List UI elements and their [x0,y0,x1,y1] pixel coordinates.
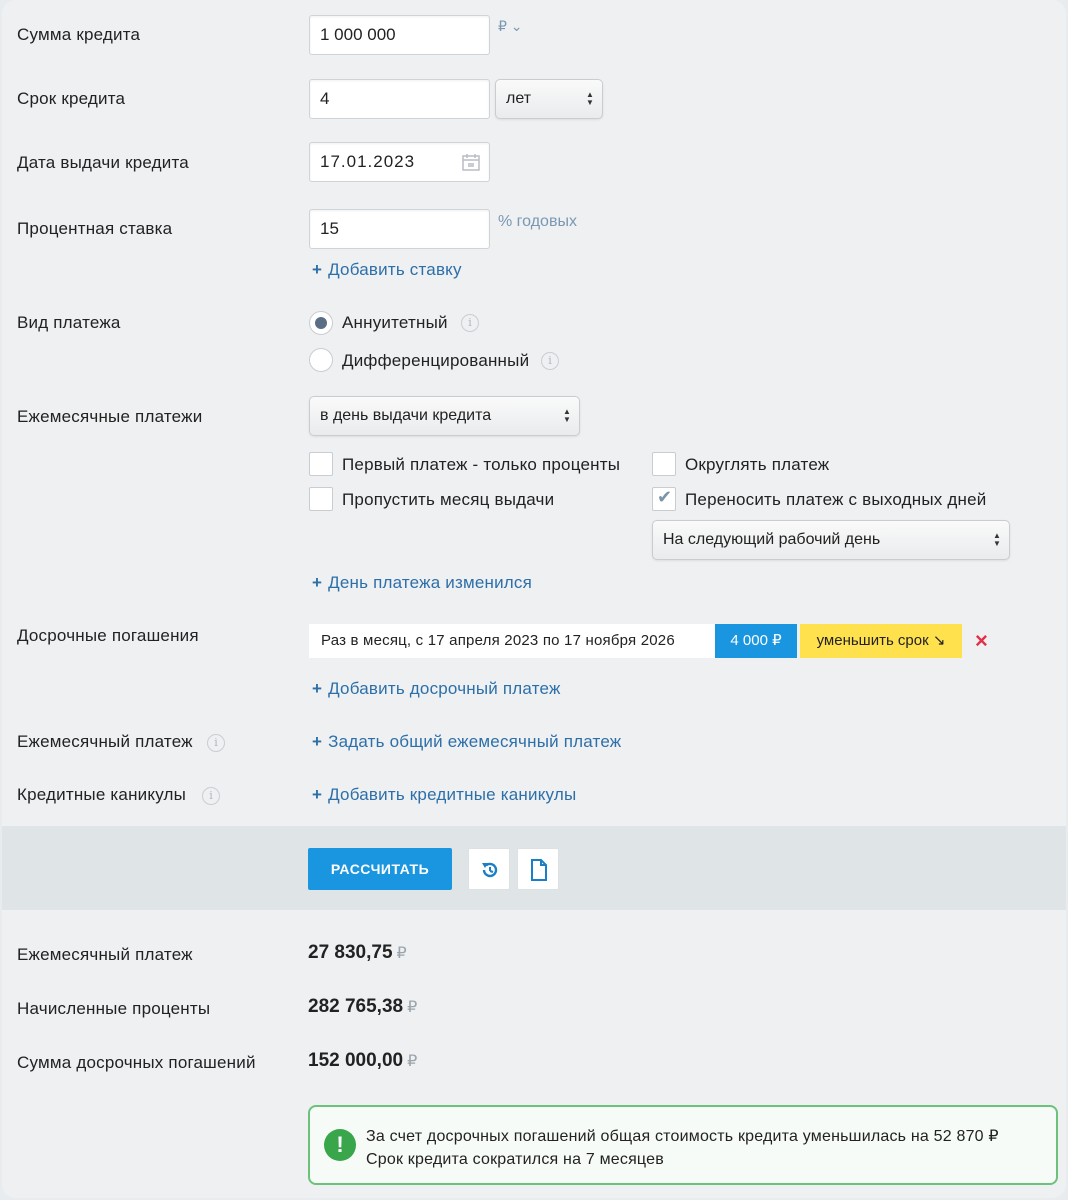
info-icon[interactable]: i [461,314,479,332]
ruble-sign: ₽ [407,1053,418,1070]
early-repayment-amount[interactable]: 4 000 ₽ [715,624,797,658]
radio-differentiated[interactable] [309,348,333,372]
radio-annuity[interactable] [309,311,333,335]
ruble-sign: ₽ [396,945,407,962]
reset-button[interactable] [468,848,510,890]
result-early-sum-label: Сумма досрочных погашений [17,1053,256,1072]
plus-icon: + [312,260,323,279]
monthly-payments-value: в день выдачи кредита [320,407,492,424]
weekend-rule-select[interactable]: На следующий рабочий день ▲ ▼ [652,520,1010,560]
checkbox-skip-month[interactable] [309,487,333,511]
select-arrows-icon: ▲ ▼ [993,531,1001,548]
rate-unit: % годовых [498,213,577,230]
add-credit-holidays-text: Добавить кредитные каникулы [328,785,577,804]
calculate-button[interactable]: РАССЧИТАТЬ [308,848,452,890]
export-button[interactable] [517,848,559,890]
select-arrows-icon: ▲ ▼ [586,90,594,107]
ruble-sign: ₽ [407,999,418,1016]
checkbox-move-weekend[interactable]: ✔ [652,487,676,511]
result-monthly-value: 27 830,75 ₽ [308,942,407,964]
reset-icon [482,862,498,878]
term-label: Срок кредита [17,89,126,108]
plus-icon: + [312,573,323,592]
radio-differentiated-label: Дифференцированный [342,351,530,370]
result-interest-label: Начисленные проценты [17,999,211,1018]
monthly-payment-label: Ежемесячный платеж [17,732,193,751]
checkbox-round-payment[interactable] [652,452,676,476]
payment-type-label: Вид платежа [17,313,121,332]
add-credit-holidays-link[interactable]: + Добавить кредитные каникулы [312,785,576,805]
term-unit-select[interactable]: лет ▲ ▼ [495,79,603,119]
info-icon[interactable]: i [202,787,220,805]
add-rate-text: Добавить ставку [328,260,462,279]
checkbox-move-weekend-label: Переносить платеж с выходных дней [685,490,987,509]
plus-icon: + [312,732,323,751]
term-input[interactable]: 4 [309,79,490,119]
calendar-icon[interactable] [462,153,480,171]
set-monthly-payment-text: Задать общий ежемесячный платеж [328,732,622,751]
date-input[interactable]: 17.01.2023 [309,142,490,182]
savings-alert-text: За счет досрочных погашений общая стоимо… [366,1128,999,1168]
select-arrows-icon: ▲ ▼ [563,407,571,424]
exclamation-icon: ! [324,1129,356,1161]
payment-day-changed-text: День платежа изменился [328,573,533,592]
amount-input[interactable]: 1 000 000 [309,15,490,55]
savings-alert: ! За счет досрочных погашений общая стои… [308,1105,1058,1185]
add-early-repayment-text: Добавить досрочный платеж [328,679,561,698]
info-icon[interactable]: i [541,352,559,370]
checkbox-first-interest-only[interactable] [309,452,333,476]
result-monthly-label: Ежемесячный платеж [17,945,193,964]
early-repayments-label: Досрочные погашения [17,626,199,645]
checkmark-icon: ✔ [657,487,673,507]
result-interest-amount: 282 765,38 [308,996,404,1017]
rate-input[interactable]: 15 [309,209,490,249]
plus-icon: + [312,785,323,804]
add-rate-link[interactable]: + Добавить ставку [312,260,462,280]
term-unit-value: лет [506,90,532,107]
set-monthly-payment-link[interactable]: + Задать общий ежемесячный платеж [312,732,621,752]
remove-icon[interactable]: × [975,628,988,654]
result-early-sum-amount: 152 000,00 [308,1050,404,1071]
info-icon[interactable]: i [207,734,225,752]
checkbox-round-payment-label: Округлять платеж [685,455,830,474]
date-value: 17.01.2023 [320,152,416,171]
loan-calculator: Сумма кредита 1 000 000 ₽ ⌄ Срок кредита… [2,0,1066,1198]
date-label: Дата выдачи кредита [17,153,189,172]
monthly-payments-select[interactable]: в день выдачи кредита ▲ ▼ [309,396,580,436]
early-repayment-mode[interactable]: уменьшить срок ↘ [800,624,962,658]
credit-holidays-label: Кредитные каникулы [17,785,187,804]
payment-day-changed-link[interactable]: + День платежа изменился [312,573,532,593]
checkbox-skip-month-label: Пропустить месяц выдачи [342,490,555,509]
currency-select[interactable]: ₽ ⌄ [498,18,523,35]
plus-icon: + [312,679,323,698]
rate-label: Процентная ставка [17,219,173,238]
checkbox-first-interest-only-label: Первый платеж - только проценты [342,455,621,474]
document-icon [531,859,547,881]
amount-label: Сумма кредита [17,25,141,44]
early-repayment-item[interactable]: Раз в месяц, с 17 апреля 2023 по 17 нояб… [309,624,715,658]
weekend-rule-value: На следующий рабочий день [663,531,881,548]
monthly-payments-label: Ежемесячные платежи [17,407,203,426]
radio-annuity-label: Аннуитетный [342,313,448,332]
result-monthly-amount: 27 830,75 [308,942,393,963]
add-early-repayment-link[interactable]: + Добавить досрочный платеж [312,679,561,699]
result-interest-value: 282 765,38 ₽ [308,996,417,1018]
result-early-sum-value: 152 000,00 ₽ [308,1050,417,1072]
